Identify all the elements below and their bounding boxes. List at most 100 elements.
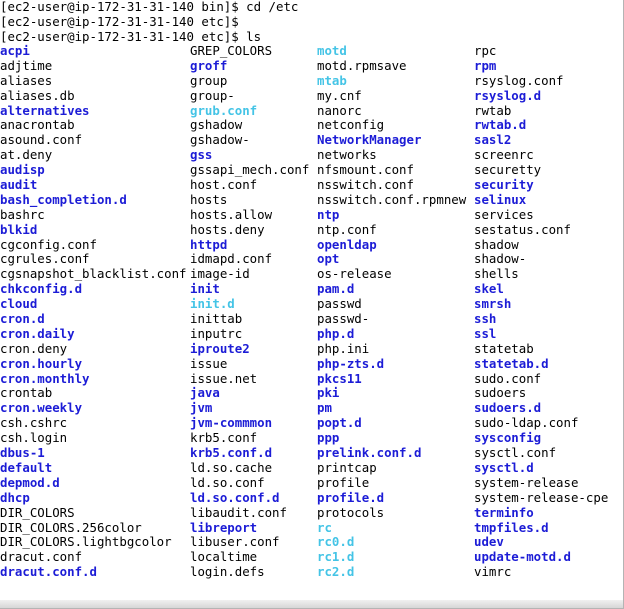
directory-entry: selinux (474, 191, 527, 207)
directory-entry: depmod.d (0, 474, 60, 490)
file-entry: sysctl.conf (474, 445, 557, 461)
ls-listing: acpi adjtime aliases aliases.db alternatives… (0, 43, 624, 584)
file-entry: issue (190, 355, 228, 371)
file-entry: hosts.deny (190, 221, 265, 237)
file-entry: system-release-cpe (474, 489, 609, 505)
file-entry: asound.conf (0, 132, 83, 148)
listing-column-4: rpc rpm rsyslog.conf rsyslog.d rwtab rwtab.d s… (474, 43, 609, 580)
directory-entry: opt (317, 251, 340, 267)
file-entry: shadow (474, 236, 519, 252)
file-entry: services (474, 206, 534, 222)
file-entry: vimrc (474, 564, 512, 580)
directory-entry: cron.daily (0, 325, 75, 341)
file-entry: DIR_COLORS.lightbgcolor (0, 534, 172, 550)
directory-entry: sudoers.d (474, 400, 542, 416)
directory-entry: rpm (474, 57, 497, 73)
file-entry: group- (190, 87, 235, 103)
file-entry: krb5.conf (190, 430, 258, 446)
directory-entry: init (190, 281, 220, 297)
file-entry: DIR_COLORS (0, 504, 75, 520)
file-entry: nanorc (317, 102, 362, 118)
file-entry: login.defs (190, 564, 265, 580)
directory-entry: sasl2 (474, 132, 512, 148)
directory-entry: dbus-1 (0, 445, 45, 461)
directory-entry: NetworkManager (317, 132, 422, 148)
file-entry: cron.deny (0, 340, 68, 356)
file-entry: profile (317, 474, 370, 490)
file-entry: GREP_COLORS (190, 43, 273, 58)
directory-entry: default (0, 459, 53, 475)
prompt-line-empty: [ec2-user@ip-172-31-31-140 etc]$ (0, 13, 239, 29)
directory-entry: iproute2 (190, 340, 250, 356)
file-entry: sudo-ldap.conf (474, 415, 579, 431)
listing-column-1: acpi adjtime aliases aliases.db alternatives… (0, 43, 187, 580)
file-entry: securetty (474, 162, 542, 178)
file-entry: protocols (317, 504, 385, 520)
file-entry: os-release (317, 266, 392, 282)
file-entry: sestatus.conf (474, 221, 571, 237)
file-entry: system-release (474, 474, 579, 490)
directory-entry: httpd (190, 236, 228, 252)
directory-entry: sysconfig (474, 430, 542, 446)
terminal-output[interactable]: [ec2-user@ip-172-31-31-140 bin]$ cd /etc… (0, 0, 624, 600)
file-entry: shadow- (474, 251, 527, 267)
file-entry: crontab (0, 385, 53, 401)
directory-entry: pam.d (317, 281, 355, 297)
file-entry: rwtab (474, 102, 512, 118)
symlink-entry: rc2.d (317, 564, 355, 580)
file-entry: adjtime (0, 57, 53, 73)
file-entry: rsyslog.conf (474, 72, 564, 88)
directory-entry: dracut.conf.d (0, 564, 97, 580)
directory-entry: security (474, 177, 534, 193)
directory-entry: blkid (0, 221, 38, 237)
file-entry: hosts (190, 191, 228, 207)
listing-column-3: motd motd.rpmsave mtab my.cnf nanorc netconfi… (317, 43, 467, 580)
file-entry: inputrc (190, 325, 243, 341)
file-entry: localtime (190, 549, 258, 565)
file-entry: cgsnapshot_blacklist.conf (0, 266, 187, 282)
file-entry: sudoers (474, 385, 527, 401)
window-bottom-edge (0, 600, 623, 608)
directory-entry: acpi (0, 43, 30, 58)
file-entry: passwd (317, 296, 362, 312)
listing-column-2: GREP_COLORS groff group group-grub.conf gsha… (190, 43, 310, 580)
file-entry: ld.so.conf (190, 474, 265, 490)
directory-entry: ssl (474, 325, 497, 341)
file-entry: ld.so.cache (190, 459, 273, 475)
file-entry: image-id (190, 266, 250, 282)
directory-entry: skel (474, 281, 504, 297)
directory-entry: smrsh (474, 296, 512, 312)
directory-entry: pki (317, 385, 340, 401)
file-entry: DIR_COLORS.256color (0, 519, 142, 535)
directory-entry: cron.hourly (0, 355, 83, 371)
terminal-window: [ec2-user@ip-172-31-31-140 bin]$ cd /etc… (0, 0, 624, 609)
file-entry: gshadow- (190, 132, 250, 148)
file-entry: ntp.conf (317, 221, 377, 237)
directory-entry: pm (317, 400, 332, 416)
directory-entry: cloud (0, 296, 38, 312)
directory-entry: rwtab.d (474, 117, 527, 133)
directory-entry: ld.so.conf.d (190, 489, 280, 505)
file-entry: nfsmount.conf (317, 162, 414, 178)
symlink-entry: rc1.d (317, 549, 355, 565)
file-entry: cgconfig.conf (0, 236, 97, 252)
directory-entry: java (190, 385, 220, 401)
symlink-entry: init.d (190, 296, 235, 312)
file-entry: passwd- (317, 311, 370, 327)
file-entry: cgrules.conf (0, 251, 90, 267)
directory-entry: ssh (474, 311, 497, 327)
file-entry: hosts.allow (190, 206, 273, 222)
directory-entry: cron.monthly (0, 370, 90, 386)
file-entry: gssapi_mech.conf (190, 162, 310, 178)
file-entry: libuser.conf (190, 534, 280, 550)
file-entry: php.ini (317, 340, 370, 356)
file-entry: group (190, 72, 228, 88)
directory-entry: pkcs11 (317, 370, 362, 386)
directory-entry: popt.d (317, 415, 362, 431)
file-entry: statetab (474, 340, 534, 356)
directory-entry: ntp (317, 206, 340, 222)
directory-entry: statetab.d (474, 355, 549, 371)
file-entry: aliases.db (0, 87, 75, 103)
file-entry: nsswitch.conf.rpmnew (317, 191, 467, 207)
directory-entry: php.d (317, 325, 355, 341)
